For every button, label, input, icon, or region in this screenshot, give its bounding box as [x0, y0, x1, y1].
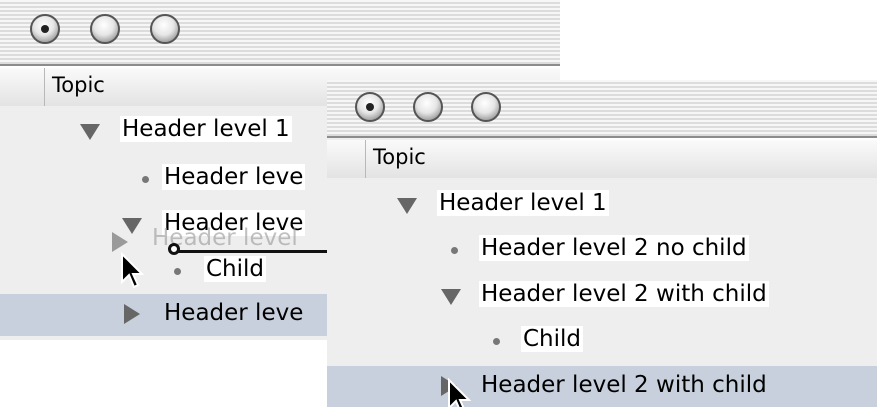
row-label: Header level 2 no child — [479, 235, 749, 261]
column-header-title: Topic — [373, 145, 426, 169]
minimize-button[interactable] — [413, 92, 443, 122]
outline-row[interactable]: Header level 1 — [327, 184, 877, 226]
bullet-icon — [451, 247, 458, 254]
column-separator — [44, 68, 45, 106]
column-header-title: Topic — [52, 73, 105, 97]
drop-indicator-icon — [168, 243, 180, 255]
row-label: Header level 1 — [120, 116, 292, 142]
title-bar[interactable] — [327, 80, 877, 138]
bullet-icon — [493, 338, 500, 345]
column-separator — [365, 140, 366, 178]
row-label: Header level 2 with child — [481, 372, 767, 398]
arrow-cursor-icon — [121, 252, 145, 289]
disclosure-triangle-expanded-icon[interactable] — [397, 198, 417, 214]
drop-indicator-line — [176, 250, 328, 253]
outline-window-front: Topic Header level 1 Header level 2 no c… — [327, 80, 877, 407]
close-dot-icon — [366, 103, 374, 111]
minimize-button[interactable] — [90, 14, 120, 44]
row-label: Child — [521, 326, 584, 352]
row-label: Header leve — [164, 300, 304, 326]
outline-row-selected[interactable]: Header level 2 with child — [327, 366, 877, 407]
row-label: Child — [204, 256, 267, 282]
outline-row[interactable]: Child — [327, 320, 877, 362]
row-label: Header level 1 — [437, 190, 609, 216]
outline-row[interactable]: Header level 2 with child — [327, 275, 877, 317]
close-dot-icon — [41, 25, 49, 33]
disclosure-triangle-collapsed-icon[interactable] — [124, 304, 140, 324]
row-label: Header level 2 with child — [479, 281, 769, 307]
drag-ghost-triangle-icon — [112, 232, 128, 252]
bullet-icon — [174, 268, 181, 275]
column-header[interactable]: Topic — [327, 140, 877, 179]
title-bar[interactable] — [0, 0, 560, 66]
outline-row[interactable]: Header level 2 no child — [327, 229, 877, 271]
arrow-cursor-icon — [448, 378, 472, 407]
close-button[interactable] — [355, 92, 385, 122]
disclosure-triangle-expanded-icon[interactable] — [80, 124, 100, 140]
bullet-icon — [142, 176, 149, 183]
close-button[interactable] — [30, 14, 60, 44]
disclosure-triangle-expanded-icon[interactable] — [441, 289, 461, 305]
row-label: Header leve — [162, 164, 306, 190]
zoom-button[interactable] — [471, 92, 501, 122]
zoom-button[interactable] — [150, 14, 180, 44]
